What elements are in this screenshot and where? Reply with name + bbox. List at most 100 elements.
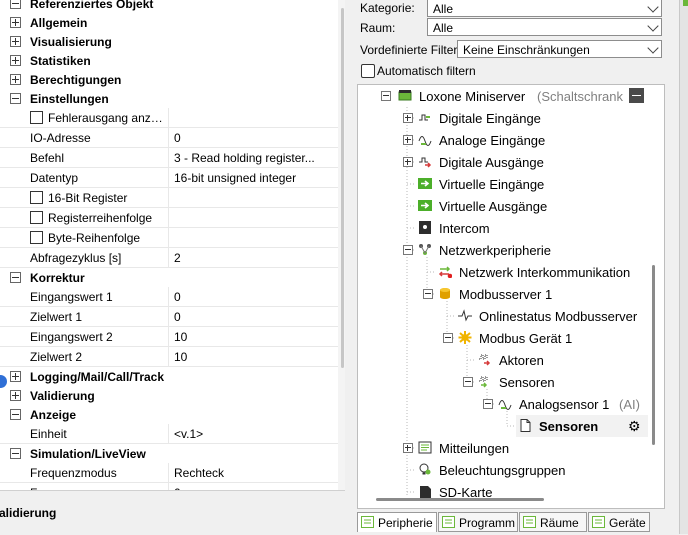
expand-icon[interactable] (403, 113, 413, 123)
collapse-icon[interactable] (10, 409, 21, 420)
tab-geraete[interactable]: Geräte (588, 512, 650, 532)
property-checkbox[interactable] (30, 211, 43, 224)
tree-node-sensoren[interactable]: Sensoren (358, 371, 664, 393)
category-logging[interactable]: Logging/Mail/Call/Track (0, 367, 338, 386)
property-row[interactable]: Zielwert 1 0 (0, 307, 338, 327)
expand-icon[interactable] (10, 36, 21, 47)
collapse-icon[interactable] (10, 93, 21, 104)
property-row[interactable]: Eingangswert 1 0 (0, 287, 338, 307)
expand-icon[interactable] (403, 135, 413, 145)
category-anzeige[interactable]: Anzeige (0, 405, 338, 424)
tree-node-mitteilungen[interactable]: Mitteilungen (358, 437, 664, 459)
property-value[interactable]: 3 - Read holding register... (174, 151, 334, 165)
property-value[interactable]: <v.1> (174, 427, 334, 441)
tree-node-aktoren[interactable]: Aktoren (358, 349, 664, 371)
kategorie-select[interactable]: Alle (427, 0, 662, 17)
property-value[interactable]: 0 (174, 290, 334, 304)
category-label: Logging/Mail/Call/Track (30, 370, 165, 384)
tab-programm[interactable]: Programm (438, 512, 518, 532)
collapse-icon[interactable] (10, 272, 21, 283)
tree-node-digitale-ausgaenge[interactable]: Digitale Ausgänge (358, 151, 664, 173)
gear-icon[interactable]: ⚙ (628, 418, 641, 435)
collapse-icon[interactable] (381, 91, 391, 101)
category-validierung[interactable]: Validierung (0, 386, 338, 405)
devices-tab-icon (592, 516, 605, 528)
property-name: IO-Adresse (30, 131, 91, 145)
property-row[interactable]: 16-Bit Register (0, 188, 338, 208)
periphery-tree[interactable]: Loxone Miniserver (Schaltschrank Digital… (357, 84, 665, 509)
tree-node-virtuelle-ausgaenge[interactable]: Virtuelle Ausgänge (358, 195, 664, 217)
tree-node-netzwerk-interkommunikation[interactable]: Netzwerk Interkommunikation (358, 261, 664, 283)
property-row[interactable]: Byte-Reihenfolge (0, 228, 338, 248)
property-checkbox[interactable] (30, 191, 43, 204)
category-berechtigungen[interactable]: Berechtigungen (0, 70, 338, 89)
collapse-icon[interactable] (10, 0, 21, 9)
property-checkbox[interactable] (30, 111, 43, 124)
category-visualisierung[interactable]: Visualisierung (0, 32, 338, 51)
property-row[interactable]: Abfragezyklus [s] 2 (0, 248, 338, 268)
tree-node-modbusserver[interactable]: Modbusserver 1 (358, 283, 664, 305)
property-row[interactable]: Fehlerausgang anzei... (0, 108, 338, 128)
raum-select[interactable]: Alle (427, 18, 662, 36)
tree-node-intercom[interactable]: Intercom (358, 217, 664, 239)
property-row[interactable]: Eingangswert 2 10 (0, 327, 338, 347)
tree-node-virtuelle-eingaenge[interactable]: Virtuelle Eingänge (358, 173, 664, 195)
expand-icon[interactable] (403, 157, 413, 167)
category-statistiken[interactable]: Statistiken (0, 51, 338, 70)
tree-horizontal-scrollbar[interactable] (376, 498, 544, 501)
tree-node-analogsensor[interactable]: Analogsensor 1 (AI) (358, 393, 664, 415)
collapse-icon[interactable] (403, 245, 413, 255)
property-value[interactable]: 2 (174, 251, 334, 265)
collapse-all-button[interactable] (629, 88, 644, 103)
property-value[interactable]: 0 (174, 310, 334, 324)
tree-node-digitale-eingaenge[interactable]: Digitale Eingänge (358, 107, 664, 129)
column-divider (168, 307, 169, 326)
expand-icon[interactable] (10, 371, 21, 382)
collapse-icon[interactable] (10, 448, 21, 459)
category-einstellungen[interactable]: Einstellungen (0, 89, 338, 108)
property-checkbox[interactable] (30, 231, 43, 244)
property-row[interactable]: IO-Adresse 0 (0, 128, 338, 148)
tree-node-miniserver[interactable]: Loxone Miniserver (Schaltschrank (358, 85, 664, 107)
expand-icon[interactable] (10, 17, 21, 28)
property-value[interactable]: 10 (174, 350, 334, 364)
vordef-filter-select[interactable]: Keine Einschränkungen (457, 40, 662, 58)
property-row[interactable]: Frequenzmodus Rechteck (0, 463, 338, 483)
collapse-icon[interactable] (423, 289, 433, 299)
property-value[interactable]: 16-bit unsigned integer (174, 171, 334, 185)
property-value[interactable]: 10 (174, 330, 334, 344)
auto-filter-checkbox[interactable] (361, 64, 375, 78)
property-row[interactable]: Befehl 3 - Read holding register... (0, 148, 338, 168)
collapse-icon[interactable] (483, 399, 493, 409)
tree-node-modbus-geraet[interactable]: Modbus Gerät 1 (358, 327, 664, 349)
property-row[interactable]: Zielwert 2 10 (0, 347, 338, 367)
tree-node-beleuchtungsgruppen[interactable]: Beleuchtungsgruppen (358, 459, 664, 481)
tab-label: Peripherie (378, 516, 433, 530)
property-row[interactable]: Datentyp 16-bit unsigned integer (0, 168, 338, 188)
category-allgemein[interactable]: Allgemein (0, 13, 338, 32)
tree-node-label: Loxone Miniserver (419, 89, 526, 104)
property-name: Fehlerausgang anzei... (48, 111, 166, 125)
expand-icon[interactable] (10, 55, 21, 66)
tree-node-sensoren-selected[interactable]: Sensoren ⚙ (516, 415, 648, 437)
property-row[interactable]: Registerreihenfolge (0, 208, 338, 228)
tab-peripherie[interactable]: Peripherie (357, 512, 437, 532)
property-value[interactable]: 0 (174, 131, 334, 145)
property-value[interactable]: Rechteck (174, 466, 334, 480)
expand-icon[interactable] (10, 74, 21, 85)
tree-node-analoge-eingaenge[interactable]: Analoge Eingänge (358, 129, 664, 151)
category-simulation[interactable]: Simulation/LiveView (0, 444, 338, 463)
collapse-icon[interactable] (443, 333, 453, 343)
expand-icon[interactable] (403, 443, 413, 453)
tab-raeume[interactable]: Räume (519, 512, 587, 532)
expand-icon[interactable] (10, 390, 21, 401)
collapse-icon[interactable] (463, 377, 473, 387)
property-header-referenziertes-objekt[interactable]: Referenziertes Objekt (0, 0, 338, 13)
column-divider (168, 188, 169, 207)
property-row[interactable]: Einheit <v.1> (0, 424, 338, 444)
category-korrektur[interactable]: Korrektur (0, 268, 338, 287)
tree-node-onlinestatus[interactable]: Onlinestatus Modbusserver (358, 305, 664, 327)
property-scrollbar-thumb[interactable] (341, 8, 344, 368)
tree-node-netzwerkperipherie[interactable]: Netzwerkperipherie (358, 239, 664, 261)
tree-vertical-scrollbar[interactable] (652, 265, 655, 445)
